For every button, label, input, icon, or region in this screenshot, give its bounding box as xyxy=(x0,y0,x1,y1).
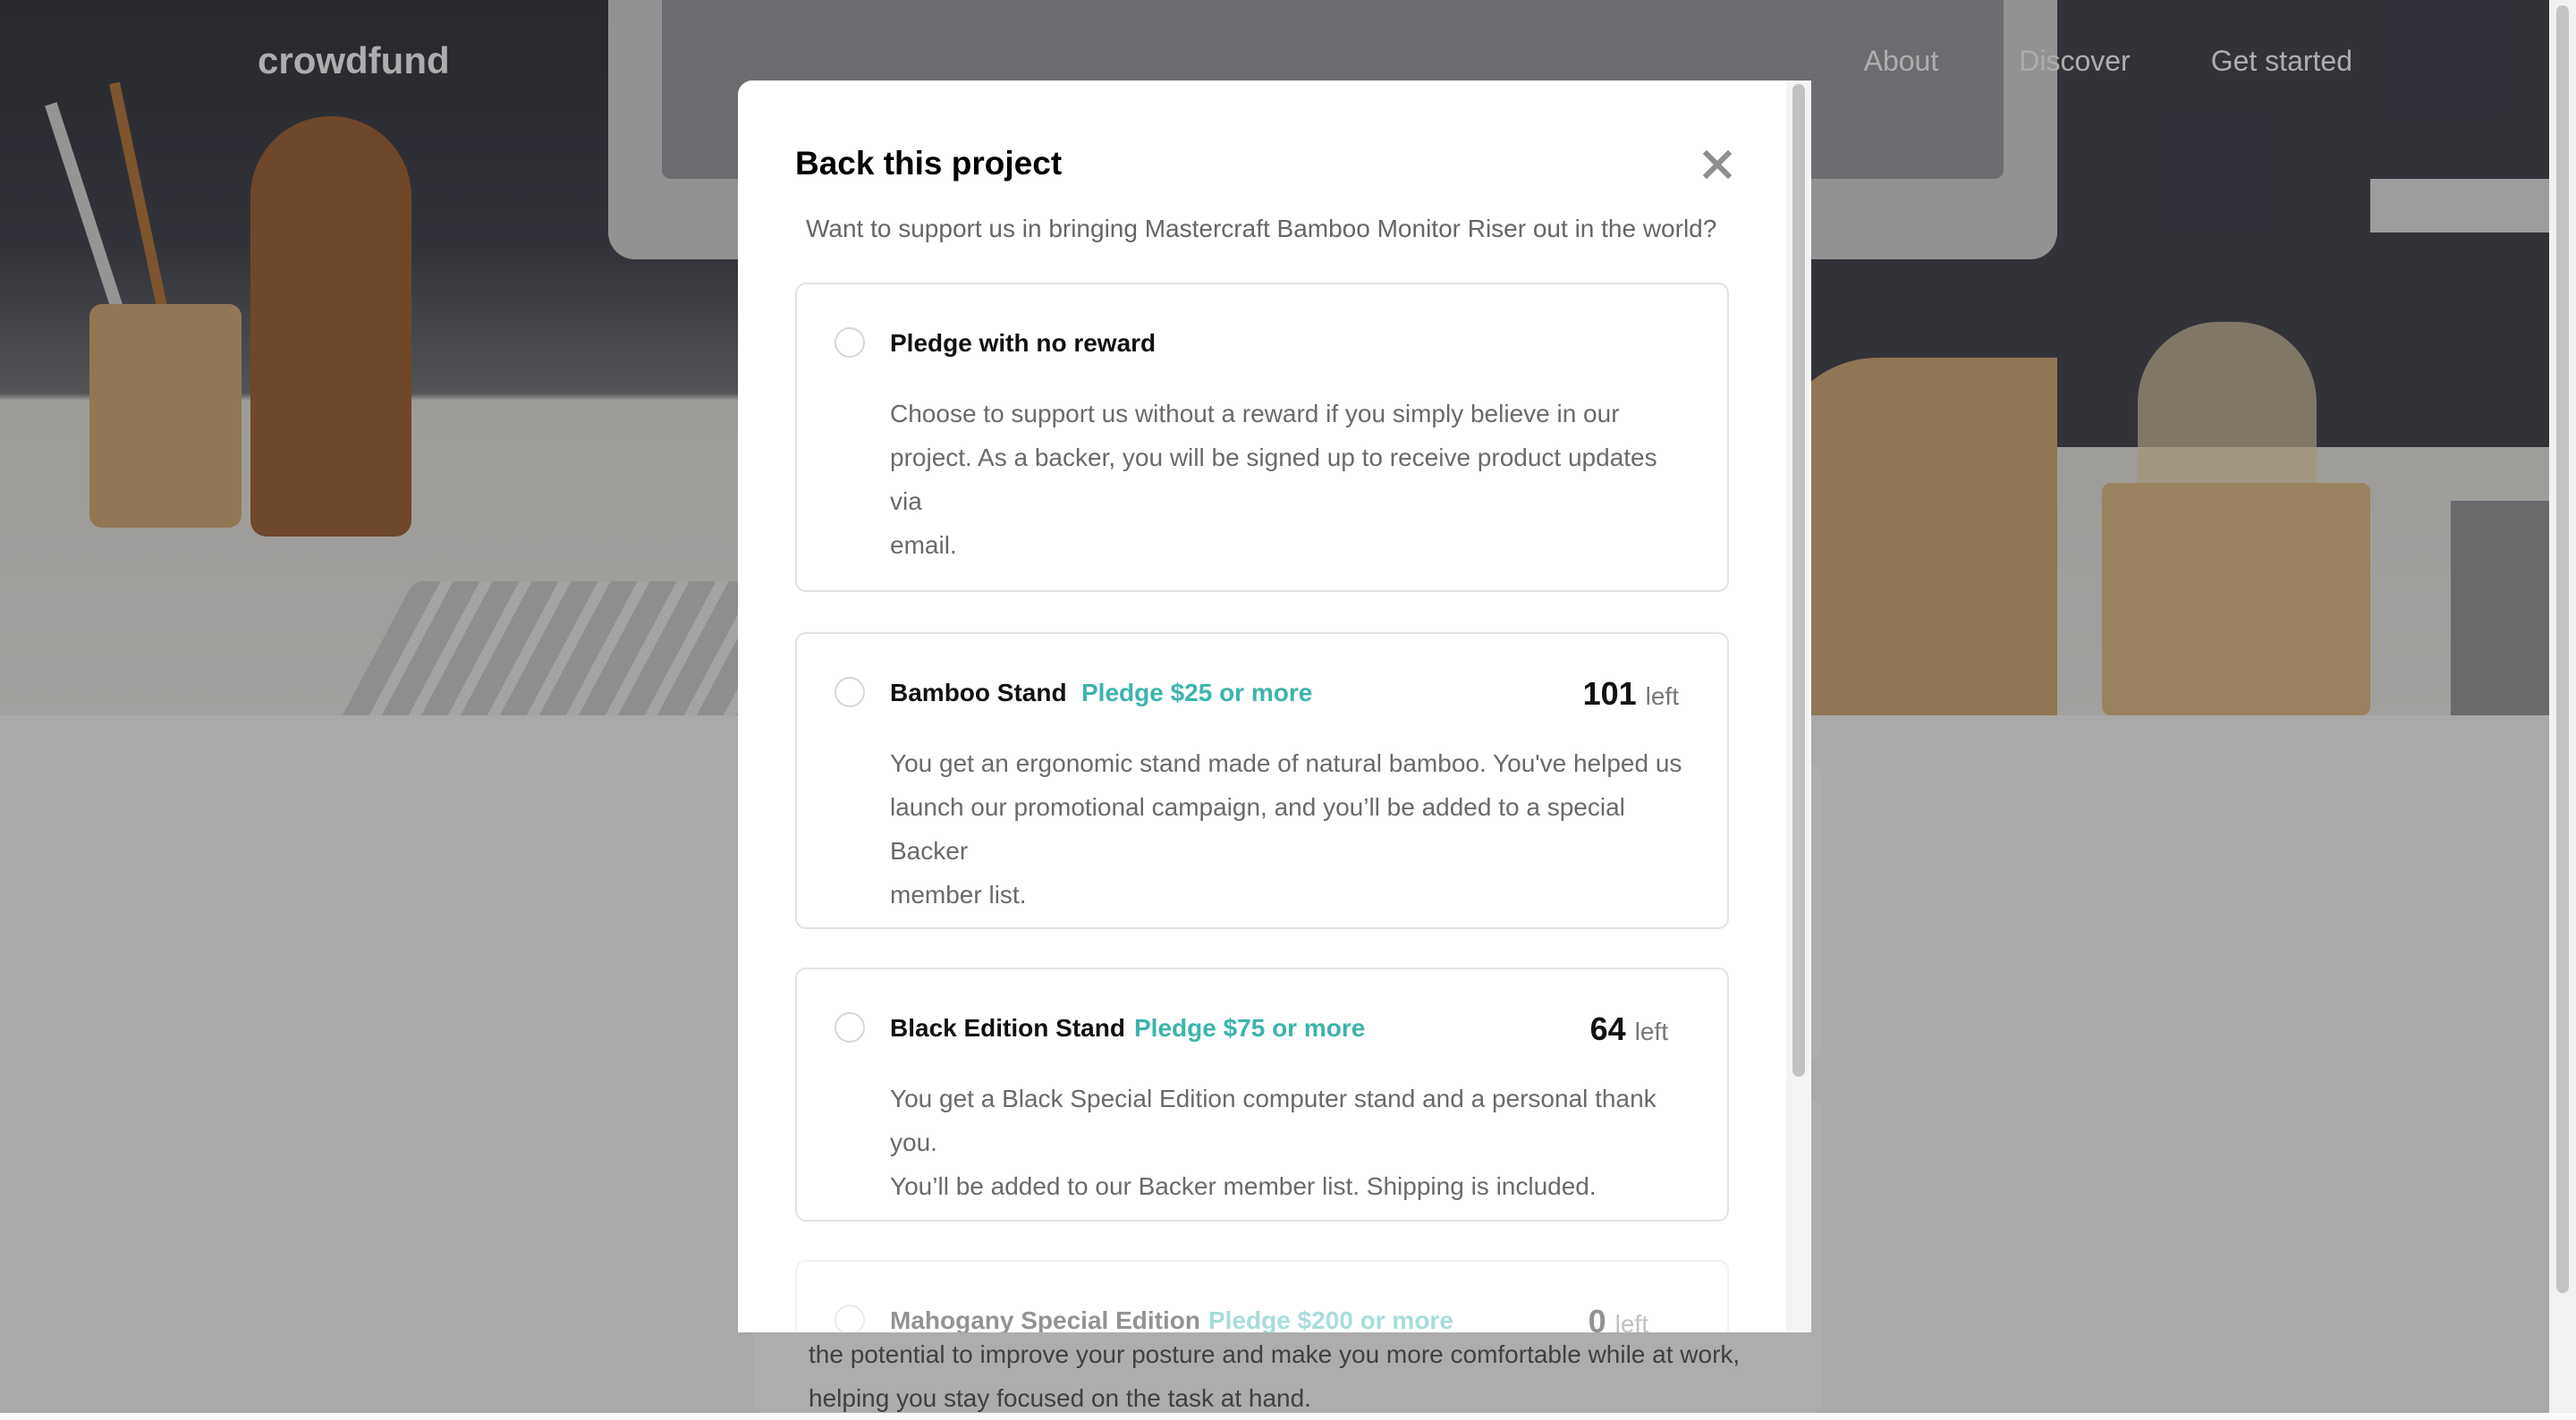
description-line: Choose to support us without a reward if… xyxy=(890,400,1620,427)
stock-label: left xyxy=(1645,682,1679,710)
pledge-name: Mahogany Special Edition xyxy=(890,1306,1200,1332)
pledge-option-no-reward[interactable]: Pledge with no reward Choose to support … xyxy=(795,283,1729,592)
pledge-stock: 64 left xyxy=(1590,1010,1668,1048)
description-line: You get a Black Special Edition computer… xyxy=(890,1085,1657,1156)
pledge-radio[interactable] xyxy=(835,1305,865,1332)
pledge-description: Choose to support us without a reward if… xyxy=(890,392,1695,567)
pledge-name: Black Edition Stand xyxy=(890,1014,1125,1042)
page-scrollbar-thumb[interactable] xyxy=(2556,5,2569,1293)
pledge-option-black-edition[interactable]: Black Edition Stand Pledge $75 or more 6… xyxy=(795,968,1729,1221)
stock-label: left xyxy=(1634,1018,1668,1045)
modal-content: Back this project Want to support us in … xyxy=(738,80,1786,1332)
close-icon[interactable] xyxy=(1698,145,1737,184)
pledge-stock: 101 left xyxy=(1583,675,1679,713)
pledge-radio[interactable] xyxy=(835,327,865,358)
modal-intro: Want to support us in bringing Mastercra… xyxy=(806,215,1717,242)
pledge-price: Pledge $75 or more xyxy=(1134,1014,1366,1042)
description-line: You’ll be added to our Backer member lis… xyxy=(890,1172,1597,1200)
pledge-option-mahogany-edition[interactable]: Mahogany Special Edition Pledge $200 or … xyxy=(795,1260,1729,1332)
description-line: email. xyxy=(890,531,957,559)
pledge-radio[interactable] xyxy=(835,677,865,707)
modal-scrollbar-thumb[interactable] xyxy=(1792,84,1805,1077)
description-line: launch our promotional campaign, and you… xyxy=(890,793,1625,865)
stock-count: 101 xyxy=(1582,675,1637,712)
pledge-name: Bamboo Stand xyxy=(890,679,1067,706)
stock-count: 64 xyxy=(1589,1010,1626,1047)
stock-label: left xyxy=(1614,1310,1648,1332)
pledge-name: Pledge with no reward xyxy=(890,329,1157,357)
modal-title: Back this project xyxy=(795,145,1063,182)
pledge-price: Pledge $200 or more xyxy=(1208,1306,1453,1332)
pledge-stock: 0 left xyxy=(1589,1303,1648,1332)
pledge-option-bamboo-stand[interactable]: Bamboo Stand Pledge $25 or more 101 left … xyxy=(795,632,1729,929)
pledge-description: You get a Black Special Edition computer… xyxy=(890,1077,1695,1208)
page-scrollbar[interactable] xyxy=(2549,0,2576,1413)
description-line: member list. xyxy=(890,881,1027,909)
description-line: project. As a backer, you will be signed… xyxy=(890,444,1657,515)
pledge-radio[interactable] xyxy=(835,1012,865,1043)
modal-scrollbar[interactable] xyxy=(1786,80,1811,1332)
description-line: You get an ergonomic stand made of natur… xyxy=(890,749,1682,777)
pledge-price: Pledge $25 or more xyxy=(1081,679,1313,706)
stock-count: 0 xyxy=(1588,1303,1606,1332)
pledge-description: You get an ergonomic stand made of natur… xyxy=(890,741,1695,917)
back-project-modal: Back this project Want to support us in … xyxy=(738,80,1811,1332)
